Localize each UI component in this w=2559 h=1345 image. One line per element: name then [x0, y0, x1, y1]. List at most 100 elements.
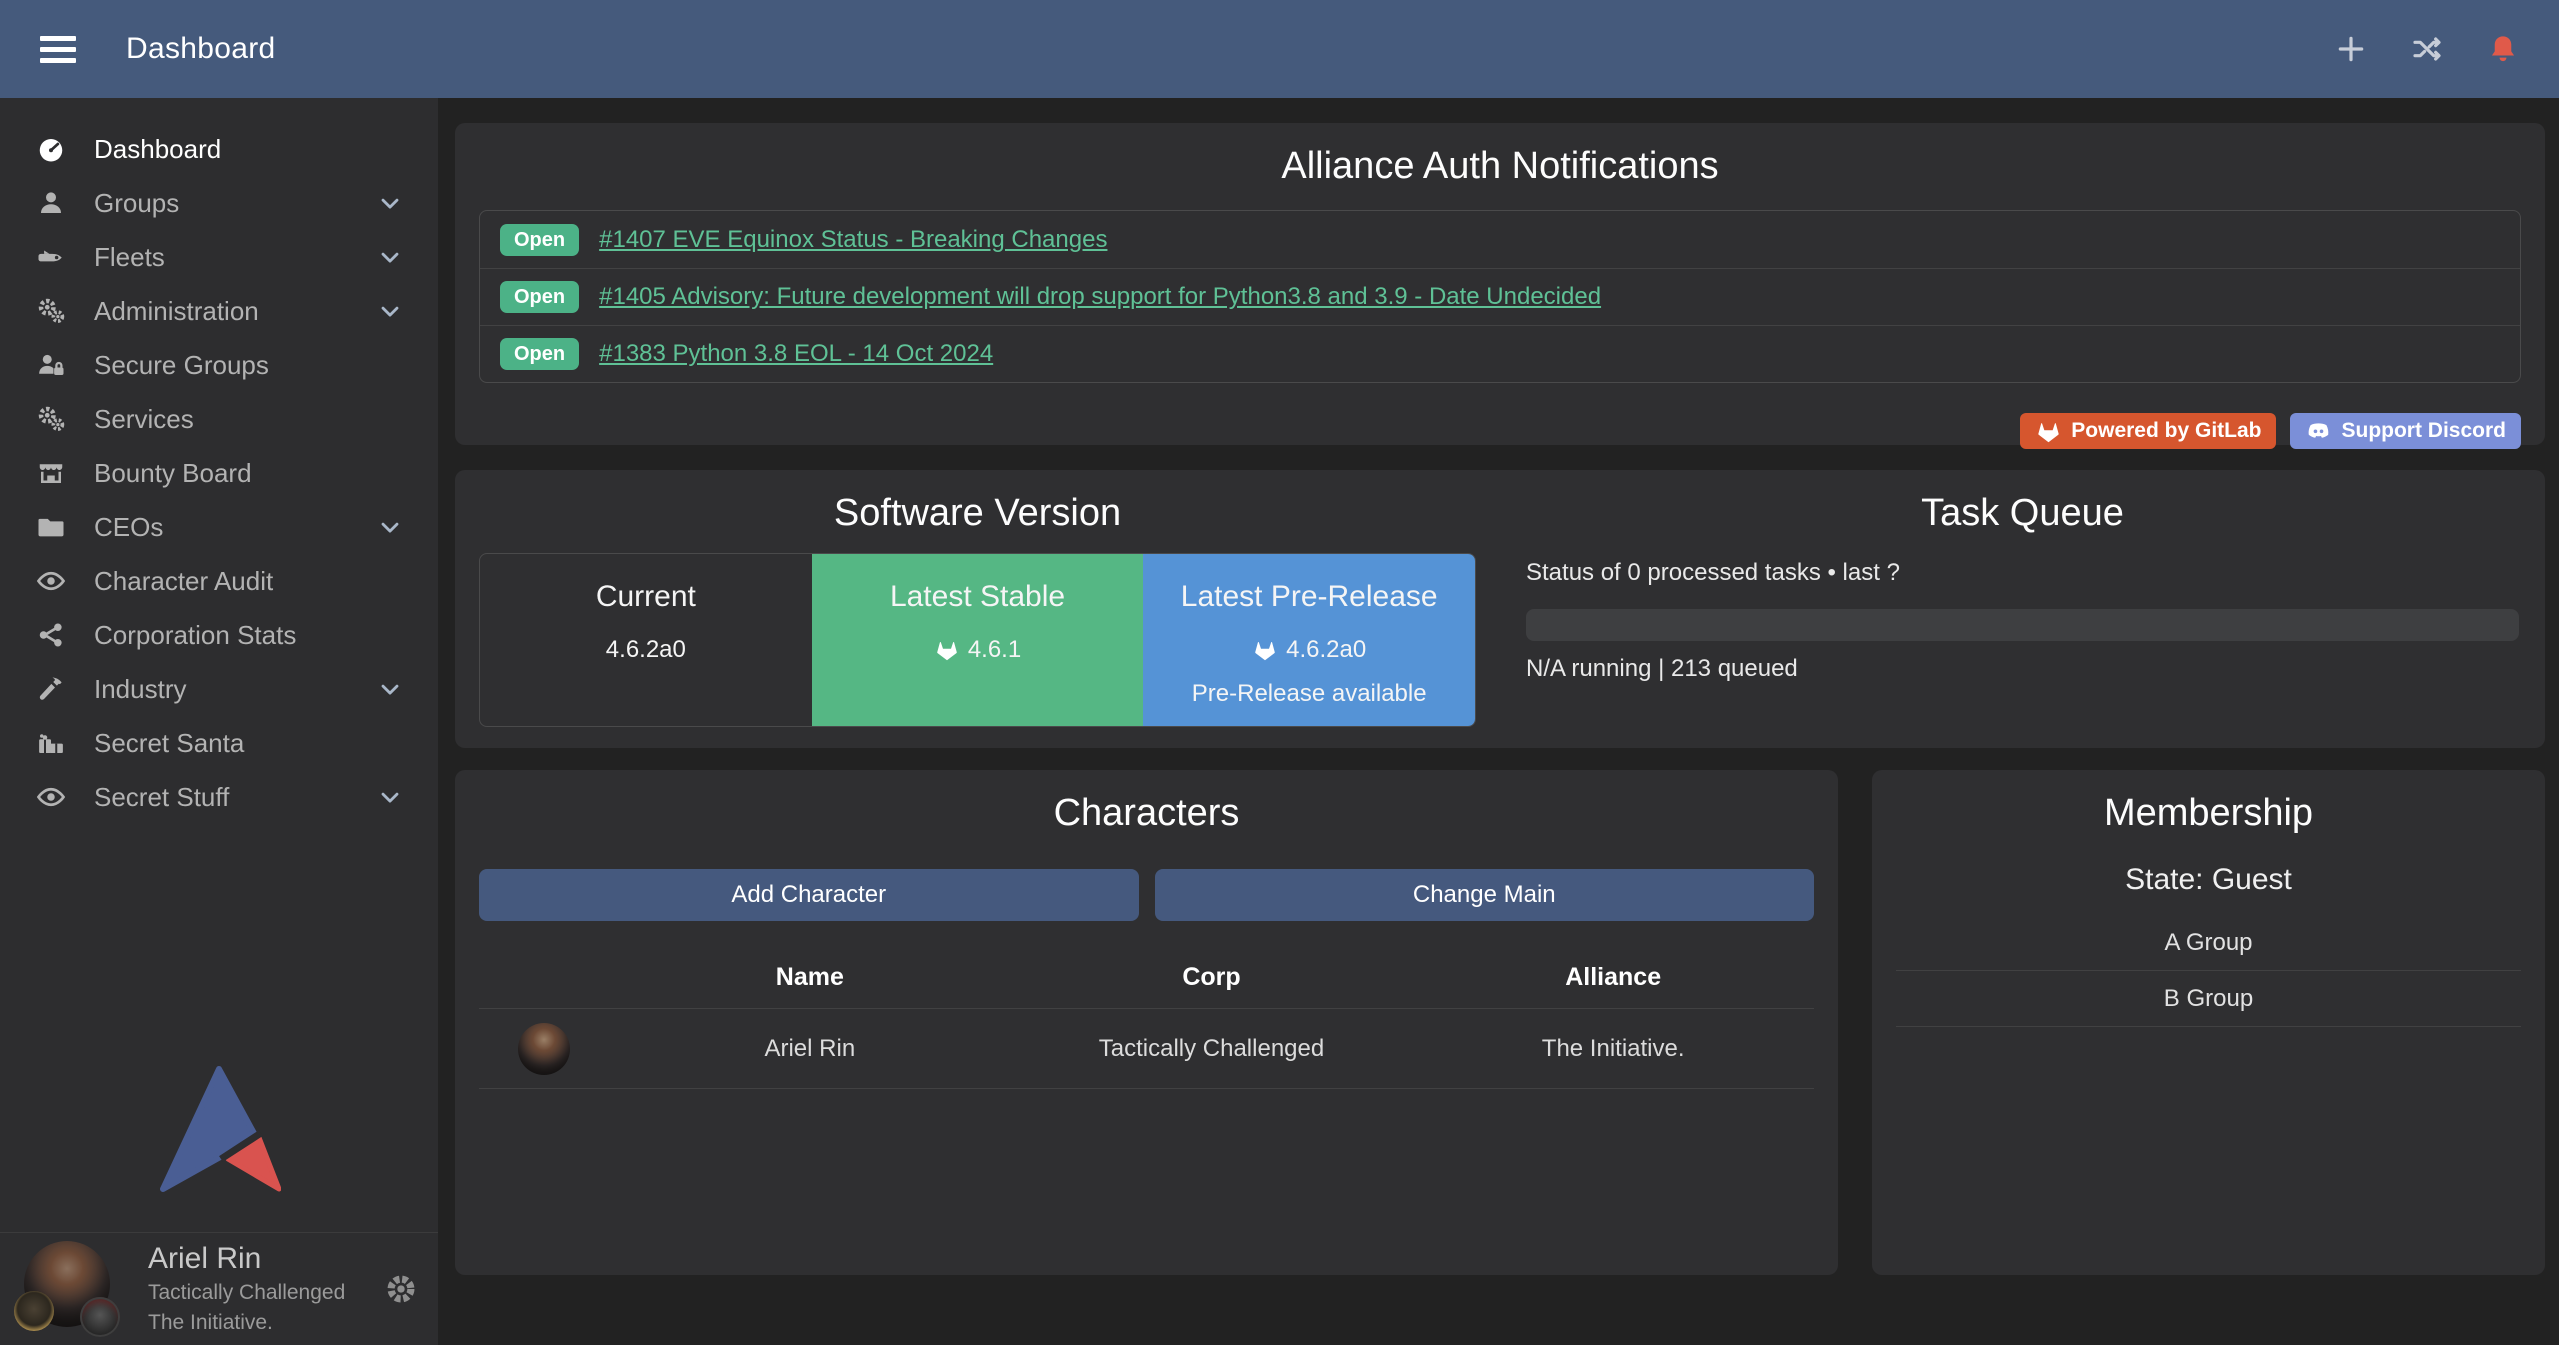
sidebar-item-secret-santa[interactable]: Secret Santa: [0, 716, 438, 770]
software-and-tasks-panel: Software Version Current 4.6.2a0 Latest …: [455, 470, 2545, 748]
list-item: Open #1383 Python 3.8 EOL - 14 Oct 2024: [480, 325, 2520, 382]
task-queue-line: N/A running | 213 queued: [1526, 655, 2519, 683]
membership-panel: Membership State: Guest A Group B Group: [1872, 770, 2545, 1275]
notifications-list: Open #1407 EVE Equinox Status - Breaking…: [479, 210, 2521, 383]
user-icon: [34, 188, 68, 218]
add-character-button[interactable]: Add Character: [479, 869, 1139, 921]
sidebar-item-label: Fleets: [94, 242, 165, 273]
gears-icon: [34, 404, 68, 434]
version-value: 4.6.2a0: [606, 636, 686, 664]
sidebar-item-dashboard[interactable]: Dashboard: [0, 122, 438, 176]
sidebar-item-groups[interactable]: Groups: [0, 176, 438, 230]
avatar: [20, 1239, 130, 1339]
gears-icon: [34, 296, 68, 326]
version-value: 4.6.2a0: [1286, 636, 1366, 664]
notifications-title: Alliance Auth Notifications: [455, 145, 2545, 188]
cell-alliance: The Initiative.: [1412, 1035, 1814, 1063]
chevron-down-icon: [376, 783, 404, 811]
version-label: Latest Pre-Release: [1143, 580, 1475, 614]
chevron-down-icon: [376, 513, 404, 541]
bell-icon[interactable]: [2487, 33, 2519, 65]
alliance-logo-badge: [80, 1297, 120, 1337]
support-discord-badge[interactable]: Support Discord: [2290, 413, 2521, 449]
folder-icon: [34, 512, 68, 542]
gitlab-icon: [934, 637, 960, 663]
header-name: Name: [609, 963, 1011, 992]
sidebar-item-secure-groups[interactable]: Secure Groups: [0, 338, 438, 392]
user-alliance: The Initiative.: [148, 1308, 345, 1338]
badge-label: Powered by GitLab: [2071, 419, 2261, 443]
version-label: Latest Stable: [812, 580, 1144, 614]
change-main-button[interactable]: Change Main: [1155, 869, 1815, 921]
alliance-auth-notifications-panel: Alliance Auth Notifications Open #1407 E…: [455, 123, 2545, 445]
sidebar-item-bounty-board[interactable]: Bounty Board: [0, 446, 438, 500]
characters-title: Characters: [455, 792, 1838, 835]
chevron-down-icon: [376, 189, 404, 217]
version-value: 4.6.1: [968, 636, 1021, 664]
sidebar-item-label: Secret Stuff: [94, 782, 229, 813]
sidebar-item-label: Industry: [94, 674, 187, 705]
page-title: Dashboard: [126, 32, 275, 66]
store-icon: [34, 458, 68, 488]
characters-table: Name Corp Alliance Ariel Rin Tactically …: [479, 947, 1814, 1089]
chevron-down-icon: [376, 675, 404, 703]
sidebar-item-label: Secure Groups: [94, 350, 269, 381]
shuttle-icon: [34, 242, 68, 272]
cell-name: Ariel Rin: [609, 1035, 1011, 1063]
top-navbar: Dashboard: [0, 0, 2559, 98]
notification-link[interactable]: #1383 Python 3.8 EOL - 14 Oct 2024: [599, 340, 993, 368]
membership-title: Membership: [1872, 792, 2545, 835]
hamburger-menu-icon[interactable]: [40, 30, 78, 69]
share-icon: [34, 620, 68, 650]
user-lock-icon: [34, 350, 68, 380]
chevron-down-icon: [376, 297, 404, 325]
sidebar-item-secret-stuff[interactable]: Secret Stuff: [0, 770, 438, 824]
sidebar-item-label: CEOs: [94, 512, 163, 543]
badge-label: Support Discord: [2341, 419, 2506, 443]
sidebar-item-services[interactable]: Services: [0, 392, 438, 446]
character-portrait: [518, 1023, 570, 1075]
gitlab-icon: [2035, 418, 2062, 445]
version-stable-box: Latest Stable 4.6.1: [812, 554, 1144, 726]
eye-icon: [34, 782, 68, 812]
notification-link[interactable]: #1407 EVE Equinox Status - Breaking Chan…: [599, 226, 1107, 254]
hammer-icon: [34, 674, 68, 704]
corp-logo-badge: [14, 1291, 54, 1331]
sidebar-item-industry[interactable]: Industry: [0, 662, 438, 716]
sidebar-nav: Dashboard Groups Fleets Administra: [0, 98, 438, 824]
status-badge: Open: [500, 281, 579, 313]
sidebar-item-label: Secret Santa: [94, 728, 244, 759]
sidebar-item-administration[interactable]: Administration: [0, 284, 438, 338]
gauge-icon: [34, 134, 68, 164]
list-item: B Group: [1896, 971, 2521, 1027]
gitlab-icon: [1252, 637, 1278, 663]
version-prerelease-box: Latest Pre-Release 4.6.2a0 Pre-Release a…: [1143, 554, 1475, 726]
task-progress-bar: [1526, 609, 2519, 641]
sidebar: Dashboard Groups Fleets Administra: [0, 98, 438, 1345]
sidebar-item-label: Character Audit: [94, 566, 273, 597]
sidebar-item-character-audit[interactable]: Character Audit: [0, 554, 438, 608]
notification-link[interactable]: #1405 Advisory: Future development will …: [599, 283, 1601, 311]
sidebar-item-ceos[interactable]: CEOs: [0, 500, 438, 554]
discord-icon: [2305, 418, 2332, 445]
powered-by-gitlab-badge[interactable]: Powered by GitLab: [2020, 413, 2276, 449]
version-label: Current: [480, 580, 812, 614]
list-item: Open #1407 EVE Equinox Status - Breaking…: [480, 211, 2520, 268]
sidebar-item-fleets[interactable]: Fleets: [0, 230, 438, 284]
software-version-title: Software Version: [455, 492, 1500, 535]
task-queue-section: Task Queue Status of 0 processed tasks •…: [1500, 492, 2545, 748]
sidebar-item-label: Corporation Stats: [94, 620, 296, 651]
sidebar-item-corporation-stats[interactable]: Corporation Stats: [0, 608, 438, 662]
characters-panel: Characters Add Character Change Main Nam…: [455, 770, 1838, 1275]
eye-icon: [34, 566, 68, 596]
plus-icon[interactable]: [2335, 33, 2367, 65]
version-current-box: Current 4.6.2a0: [480, 554, 812, 726]
version-note: Pre-Release available: [1143, 680, 1475, 708]
shuffle-icon[interactable]: [2411, 33, 2443, 65]
software-version-section: Software Version Current 4.6.2a0 Latest …: [455, 492, 1500, 748]
table-row: Ariel Rin Tactically Challenged The Init…: [479, 1009, 1814, 1089]
sidebar-item-label: Administration: [94, 296, 259, 327]
gear-icon[interactable]: [384, 1272, 418, 1306]
alliance-auth-logo: [157, 1065, 281, 1193]
chevron-down-icon: [376, 243, 404, 271]
